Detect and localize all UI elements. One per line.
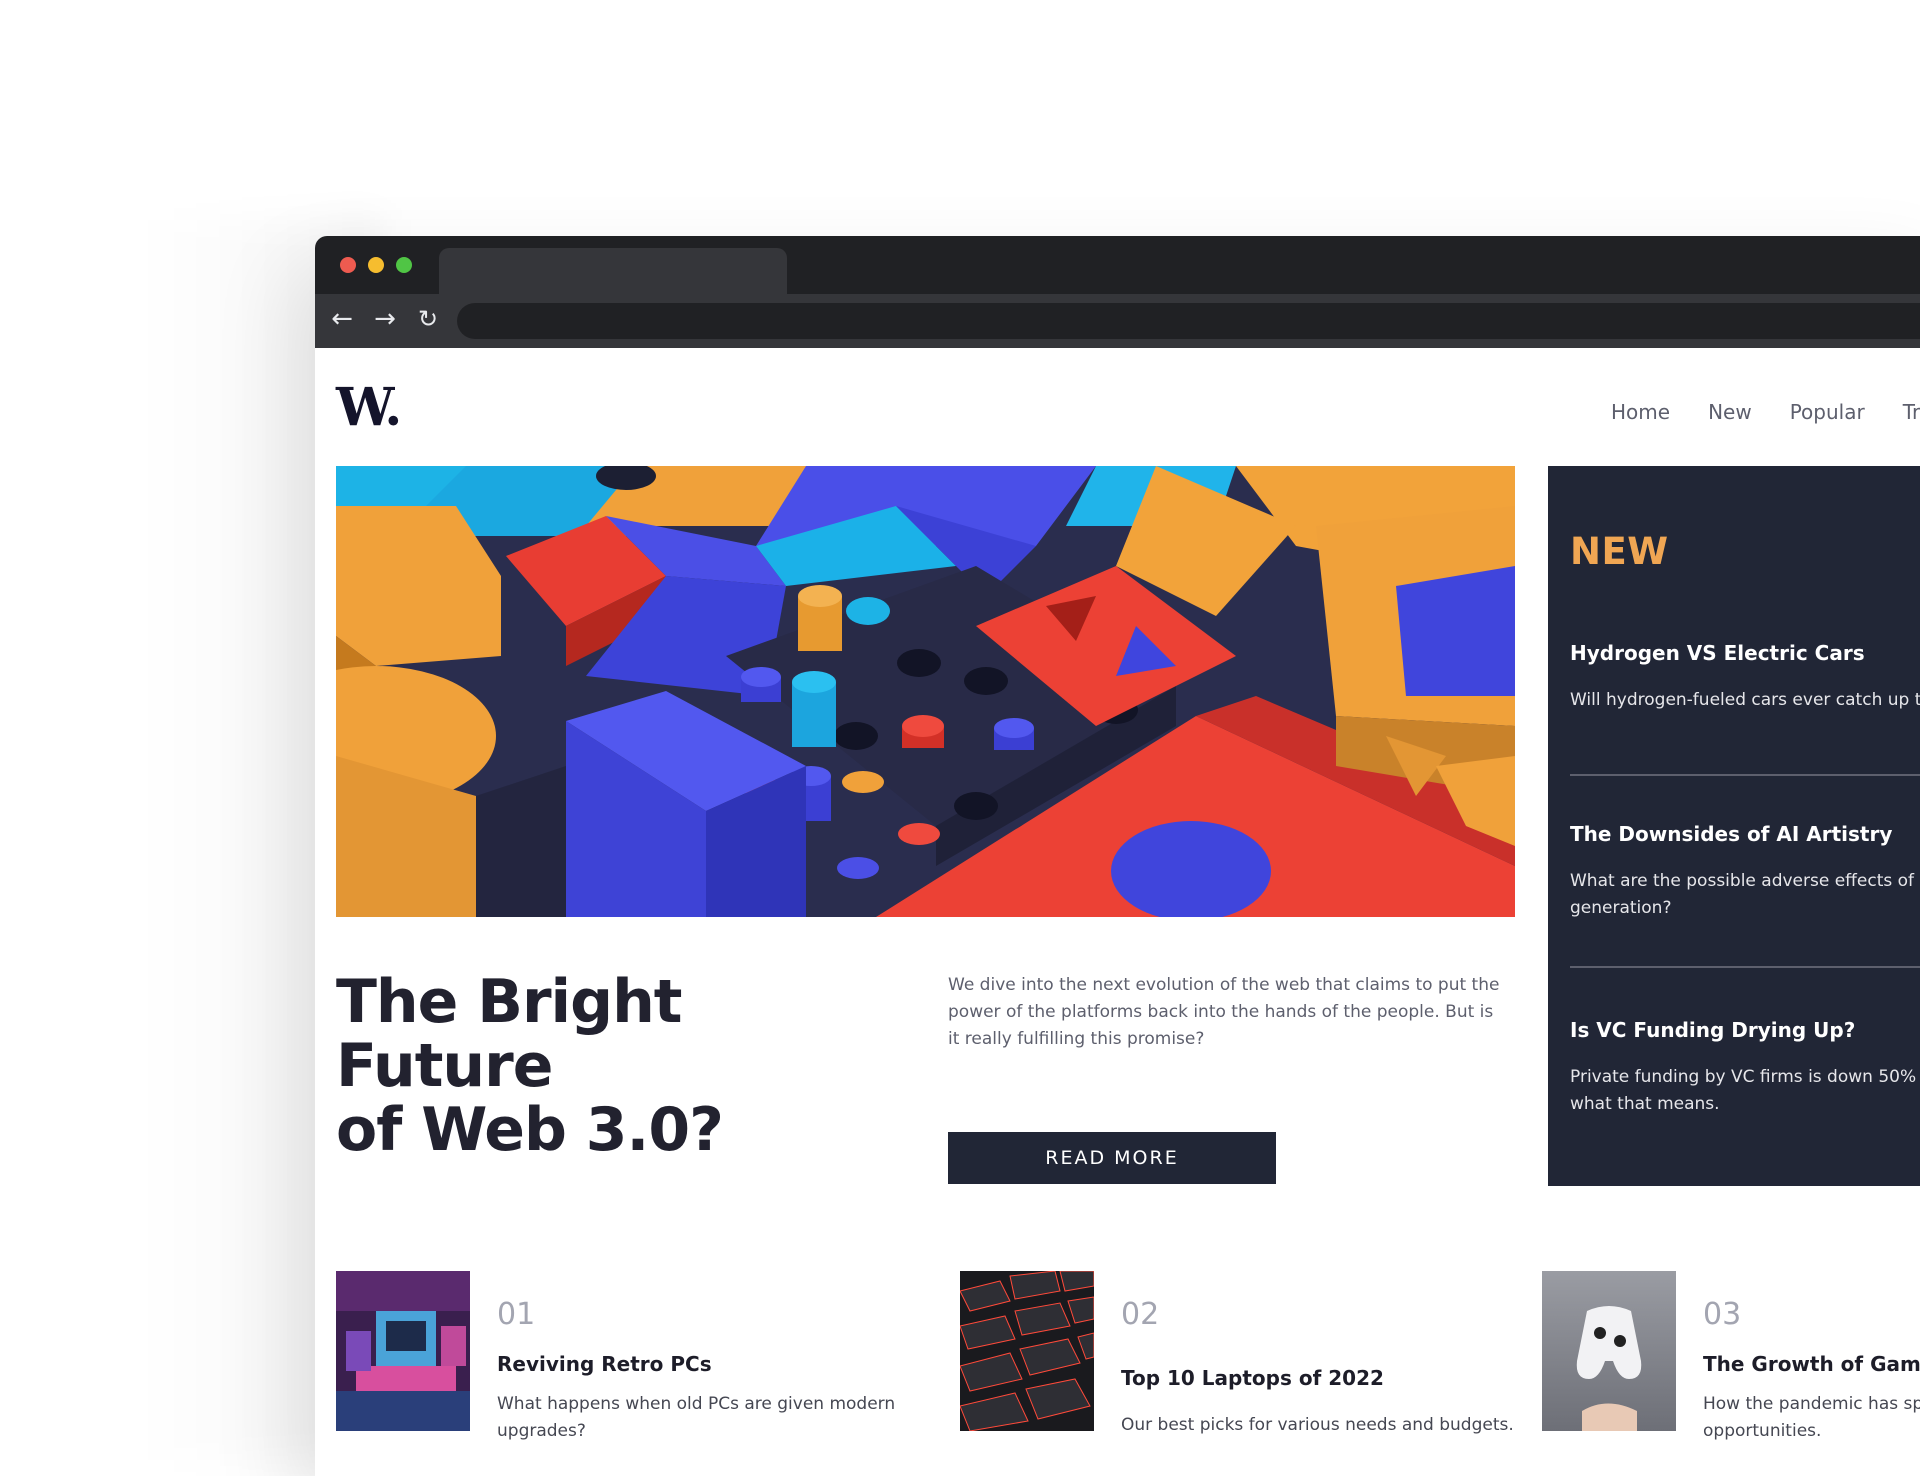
article-number: 02 bbox=[1121, 1297, 1160, 1332]
browser-toolbar: ← → ↻ bbox=[315, 294, 1920, 348]
hero-headline-line2: of Web 3.0? bbox=[336, 1095, 724, 1165]
article-number: 01 bbox=[497, 1297, 536, 1332]
new-item[interactable]: Hydrogen VS Electric Cars Will hydrogen-… bbox=[1570, 641, 1920, 714]
back-arrow-icon[interactable]: ← bbox=[327, 304, 357, 334]
nav-item-popular[interactable]: Popular bbox=[1790, 400, 1865, 424]
address-bar[interactable] bbox=[457, 303, 1920, 339]
new-item[interactable]: Is VC Funding Drying Up? Private funding… bbox=[1570, 1018, 1920, 1118]
blocks-illustration bbox=[336, 466, 1515, 917]
article-desc: Our best picks for various needs and bud… bbox=[1121, 1415, 1514, 1435]
read-more-button[interactable]: READ MORE bbox=[948, 1132, 1276, 1184]
new-divider bbox=[1570, 774, 1920, 776]
article-title[interactable]: The Growth of Gamin bbox=[1703, 1352, 1920, 1376]
new-item-title: The Downsides of AI Artistry bbox=[1570, 822, 1893, 846]
new-section-heading: NEW bbox=[1570, 530, 1669, 573]
new-item-desc: Will hydrogen-fueled cars ever catch up … bbox=[1570, 690, 1920, 710]
hero-headline-line1: The Bright Future bbox=[336, 967, 682, 1101]
game-controller-thumbnail[interactable] bbox=[1542, 1271, 1676, 1431]
game-controller-image bbox=[1542, 1271, 1676, 1431]
nav-item-new[interactable]: New bbox=[1708, 400, 1752, 424]
retro-pc-thumbnail[interactable] bbox=[336, 1271, 470, 1431]
keyboard-image bbox=[960, 1271, 1094, 1431]
site-logo[interactable]: W. bbox=[336, 378, 402, 438]
article-desc: How the pandemic has spa opportunities. bbox=[1703, 1394, 1920, 1441]
browser-window: ← → ↻ W. Home New Popular Tre bbox=[315, 236, 1920, 1476]
nav-item-home[interactable]: Home bbox=[1611, 400, 1670, 424]
tab-bar bbox=[315, 236, 1920, 294]
article-desc: What happens when old PCs are given mode… bbox=[497, 1394, 896, 1441]
hero-headline[interactable]: The Bright Future of Web 3.0? bbox=[336, 970, 916, 1162]
new-item-title: Is VC Funding Drying Up? bbox=[1570, 1018, 1856, 1042]
browser-tab[interactable] bbox=[439, 248, 787, 294]
page-content: W. Home New Popular Tre bbox=[315, 348, 1920, 1476]
reload-icon[interactable]: ↻ bbox=[413, 304, 443, 334]
minimize-window-button[interactable] bbox=[368, 257, 384, 273]
new-item-desc: What are the possible adverse effects of… bbox=[1570, 871, 1920, 918]
article-title[interactable]: Top 10 Laptops of 2022 bbox=[1121, 1366, 1384, 1390]
nav-item-trending[interactable]: Tre bbox=[1903, 400, 1920, 424]
maximize-window-button[interactable] bbox=[396, 257, 412, 273]
close-window-button[interactable] bbox=[340, 257, 356, 273]
keyboard-thumbnail[interactable] bbox=[960, 1271, 1094, 1431]
main-nav: Home New Popular Tre bbox=[1611, 400, 1920, 424]
hero-description: We dive into the next evolution of the w… bbox=[948, 975, 1500, 1049]
new-divider bbox=[1570, 966, 1920, 968]
new-item[interactable]: The Downsides of AI Artistry What are th… bbox=[1570, 822, 1920, 922]
new-item-title: Hydrogen VS Electric Cars bbox=[1570, 641, 1865, 665]
new-articles-panel: NEW Hydrogen VS Electric Cars Will hydro… bbox=[1548, 466, 1920, 1186]
hero-image[interactable] bbox=[336, 466, 1515, 917]
article-number: 03 bbox=[1703, 1297, 1742, 1332]
forward-arrow-icon[interactable]: → bbox=[370, 304, 400, 334]
article-title[interactable]: Reviving Retro PCs bbox=[497, 1352, 712, 1376]
retro-pc-image bbox=[336, 1271, 470, 1431]
new-item-desc: Private funding by VC firms is down 50% … bbox=[1570, 1067, 1920, 1114]
